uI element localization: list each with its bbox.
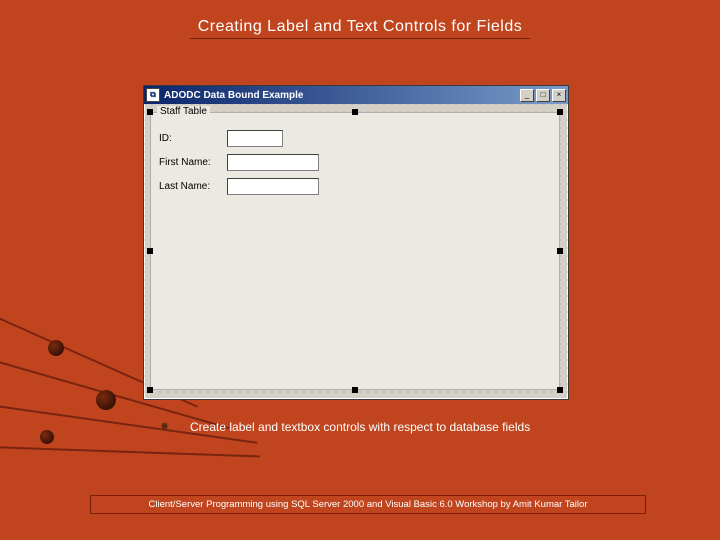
frame-staff-table[interactable]: Staff Table ID: First Name: Last Name: [150,112,560,390]
selection-handle[interactable] [352,109,358,115]
selection-handle[interactable] [557,387,563,393]
selection-handle[interactable] [557,248,563,254]
footer-bar: Client/Server Programming using SQL Serv… [90,495,646,514]
decoration-node [48,340,64,356]
label-firstname: First Name: [159,157,227,168]
selection-handle[interactable] [147,248,153,254]
minimize-button[interactable]: _ [520,89,534,102]
textbox-id[interactable] [227,130,283,147]
slide-title: Creating Label and Text Controls for Fie… [0,0,720,36]
label-lastname: Last Name: [159,181,227,192]
textbox-lastname[interactable] [227,178,319,195]
selection-handle[interactable] [557,109,563,115]
window-title: ADODC Data Bound Example [164,90,518,101]
selection-handle[interactable] [147,109,153,115]
field-row-firstname: First Name: [159,153,319,171]
app-icon: ⧉ [146,88,160,102]
footer-text: Client/Server Programming using SQL Serv… [97,499,639,510]
field-row-lastname: Last Name: [159,177,319,195]
vb-form-window: ⧉ ADODC Data Bound Example _ □ × Staff T… [143,85,569,400]
frame-caption: Staff Table [157,106,210,117]
bullet-text: Create label and textbox controls with r… [190,420,530,434]
maximize-button[interactable]: □ [536,89,550,102]
label-id: ID: [159,133,227,144]
field-row-id: ID: [159,129,283,147]
decoration-node [96,390,116,410]
close-button[interactable]: × [552,89,566,102]
decoration-line [0,445,260,457]
bullet-icon: ✸ [160,421,172,433]
form-design-surface[interactable]: Staff Table ID: First Name: Last Name: [144,104,568,399]
decoration-node [40,430,54,444]
selection-handle[interactable] [352,387,358,393]
title-underline [190,38,530,39]
window-titlebar: ⧉ ADODC Data Bound Example _ □ × [144,86,568,104]
textbox-firstname[interactable] [227,154,319,171]
bullet-item: ✸ Create label and textbox controls with… [160,420,530,434]
selection-handle[interactable] [147,387,153,393]
